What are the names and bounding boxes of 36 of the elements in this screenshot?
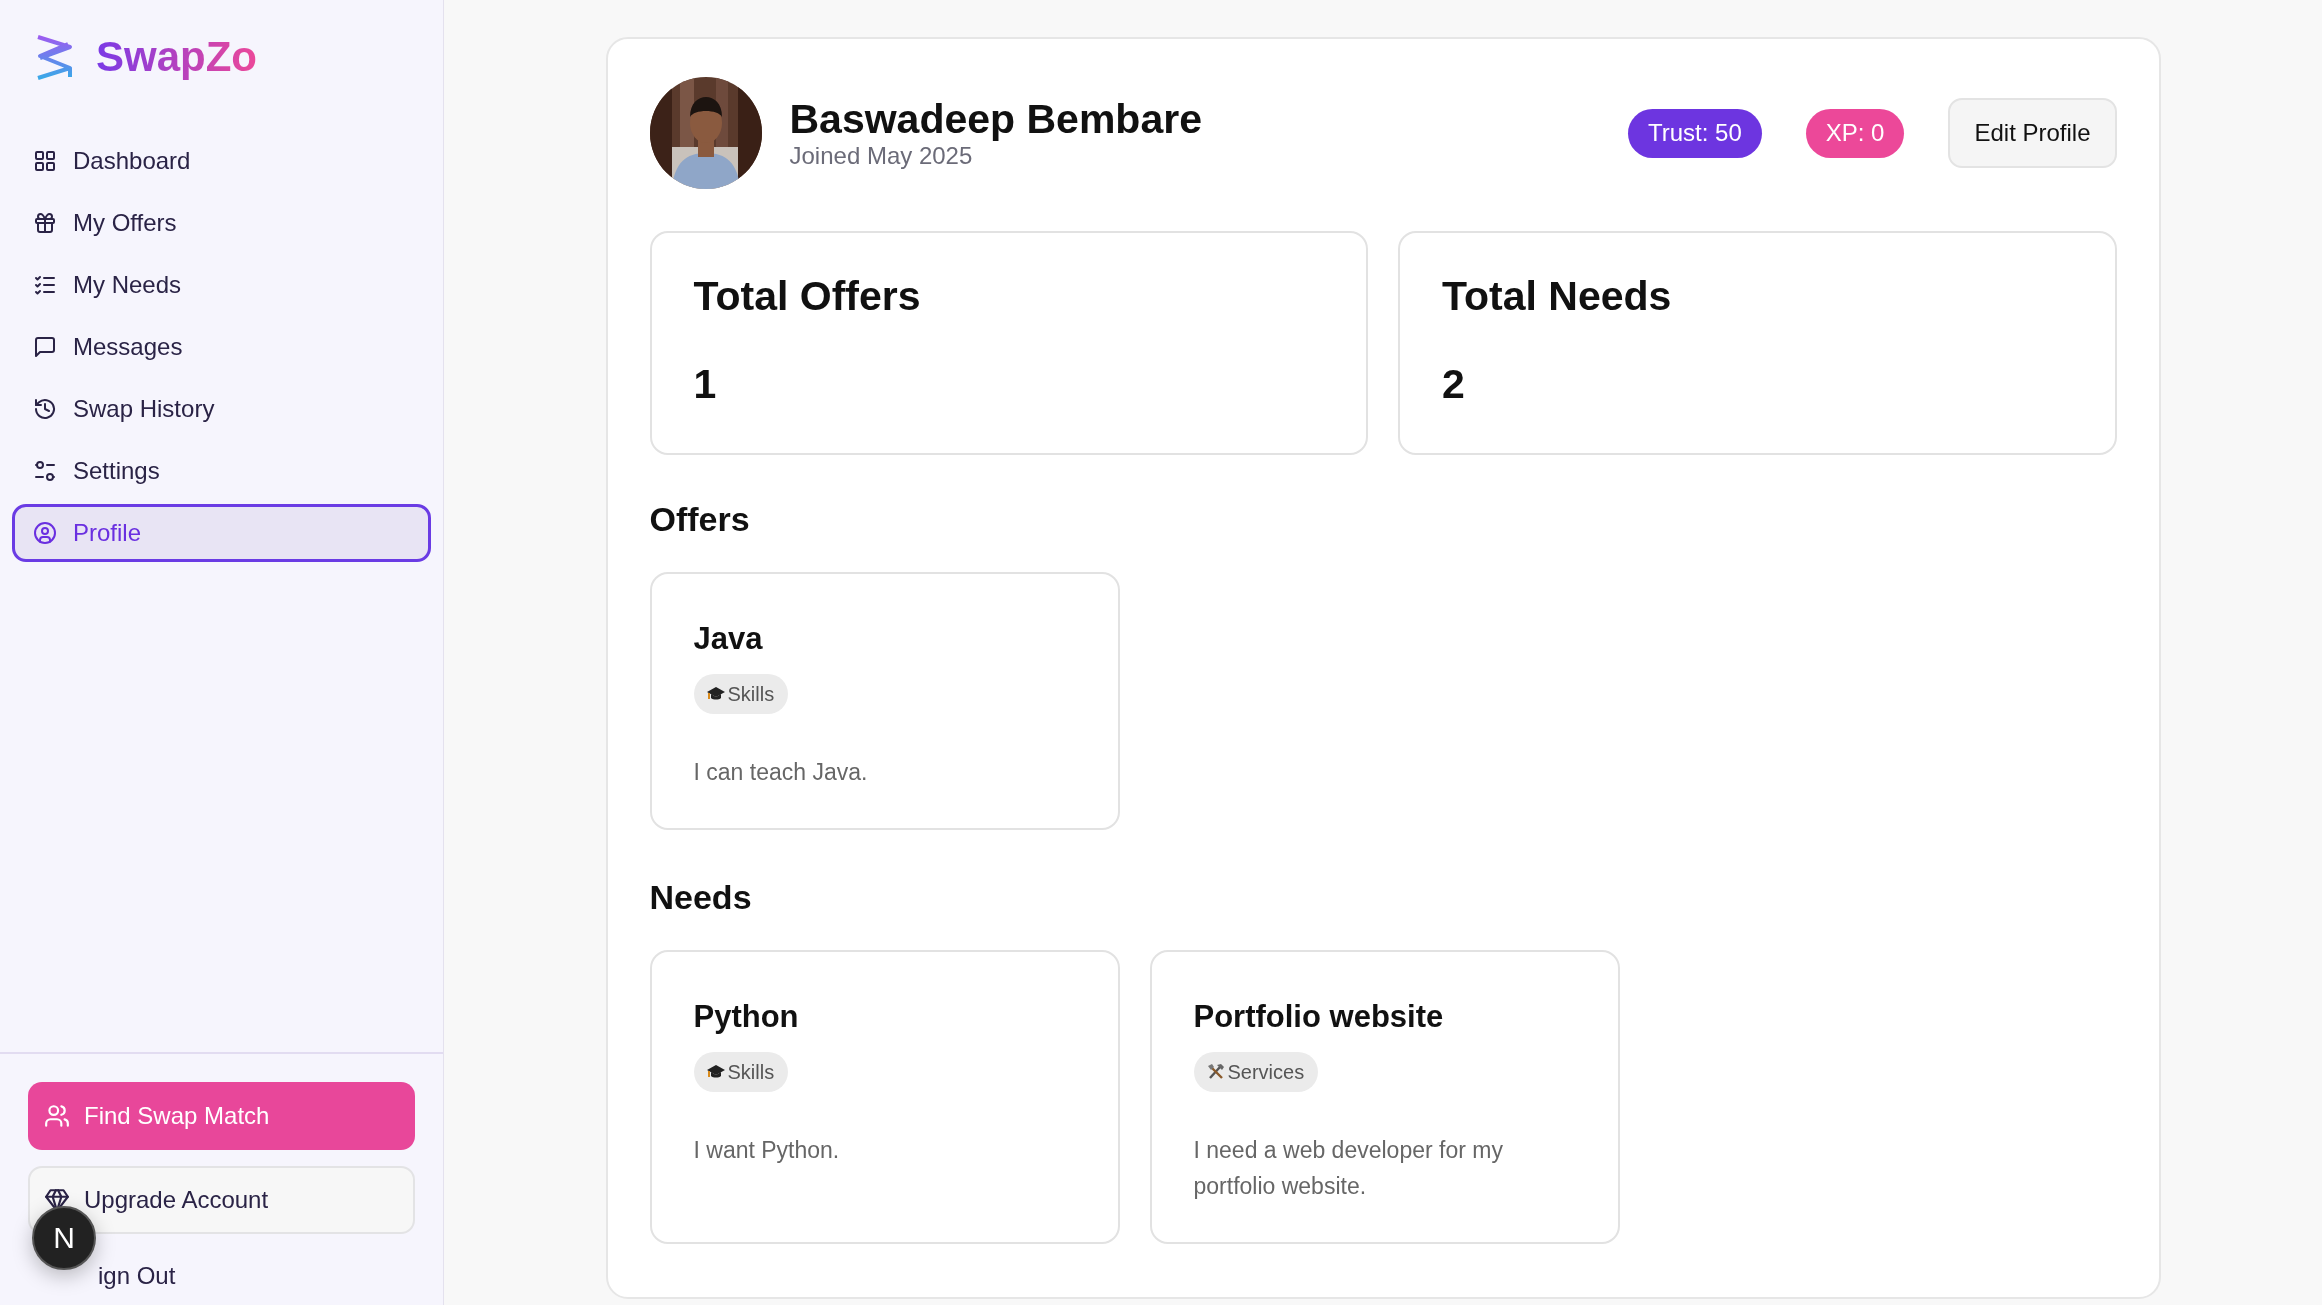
stat-title: Total Needs: [1442, 273, 1673, 319]
section-heading: Needs: [649, 877, 753, 917]
item-title: Portfolio website: [1193, 999, 1445, 1035]
users-icon: [44, 1103, 70, 1129]
sidebar-nav-item[interactable]: Dashboard: [12, 132, 431, 190]
sidebar-nav-item[interactable]: Profile: [12, 504, 431, 562]
stat-value: 1: [693, 361, 718, 407]
item-title: Java: [693, 621, 764, 657]
score-badge: Trust: 50: [1627, 108, 1762, 158]
stat-value: 2: [1442, 361, 1466, 407]
find-match-button[interactable]: Find Swap Match: [28, 1082, 415, 1150]
item-description: I need a web developer for my portfolio website.: [1193, 1136, 1504, 1201]
joined-date: Joined May 2025: [789, 142, 974, 170]
sidebar-nav-item[interactable]: Settings: [12, 442, 431, 500]
score-badge: XP: 0: [1805, 108, 1905, 158]
sliders-icon: [33, 459, 57, 483]
user-name: Baswadeep Bembare: [789, 96, 1203, 142]
checklist-icon: [33, 273, 57, 297]
stat-title: Total Offers: [693, 273, 922, 319]
section-heading: Offers: [649, 499, 751, 539]
edit-profile-button[interactable]: Edit Profile: [1948, 98, 2117, 168]
category-tag: Skills: [693, 674, 789, 714]
category-tag: Skills: [693, 1052, 789, 1092]
gift-icon: [33, 211, 57, 235]
sidebar-nav-item[interactable]: Swap History: [12, 380, 431, 438]
category-tag: Services: [1193, 1052, 1319, 1092]
history-icon: [33, 397, 57, 421]
user-circle-icon: [33, 521, 57, 545]
sidebar-nav-item[interactable]: Messages: [12, 318, 431, 376]
item-title: Python: [693, 999, 800, 1035]
sidebar-nav-item[interactable]: My Needs: [12, 256, 431, 314]
item-description: I want Python.: [693, 1136, 841, 1165]
item-description: I can teach Java.: [693, 758, 869, 787]
chat-bubble-icon: [33, 335, 57, 359]
grid-icon: [33, 149, 57, 173]
sidebar-nav-item[interactable]: My Offers: [12, 194, 431, 252]
